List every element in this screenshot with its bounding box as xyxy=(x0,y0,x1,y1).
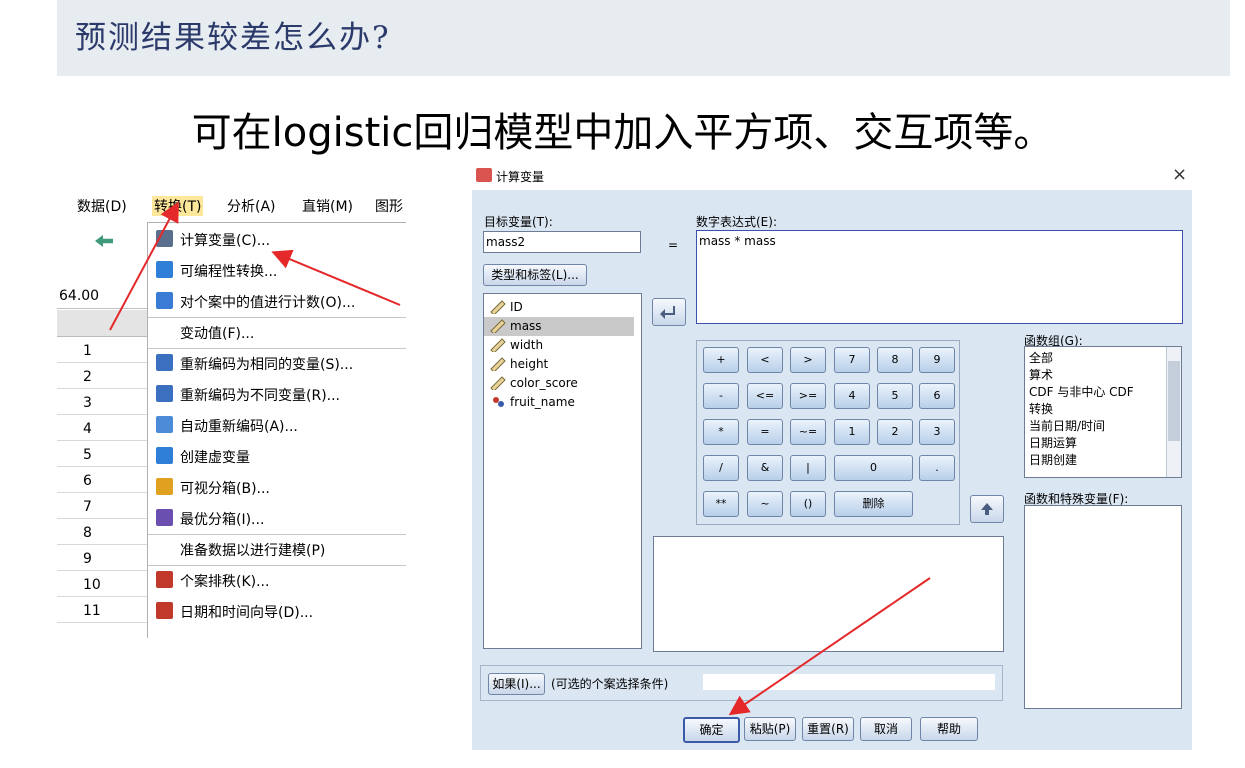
arrow-to-compute-variable xyxy=(271,249,401,306)
arrow-to-ok-button xyxy=(728,577,931,716)
annotation-arrows xyxy=(109,201,931,716)
arrow-to-transform-menu xyxy=(109,201,179,331)
